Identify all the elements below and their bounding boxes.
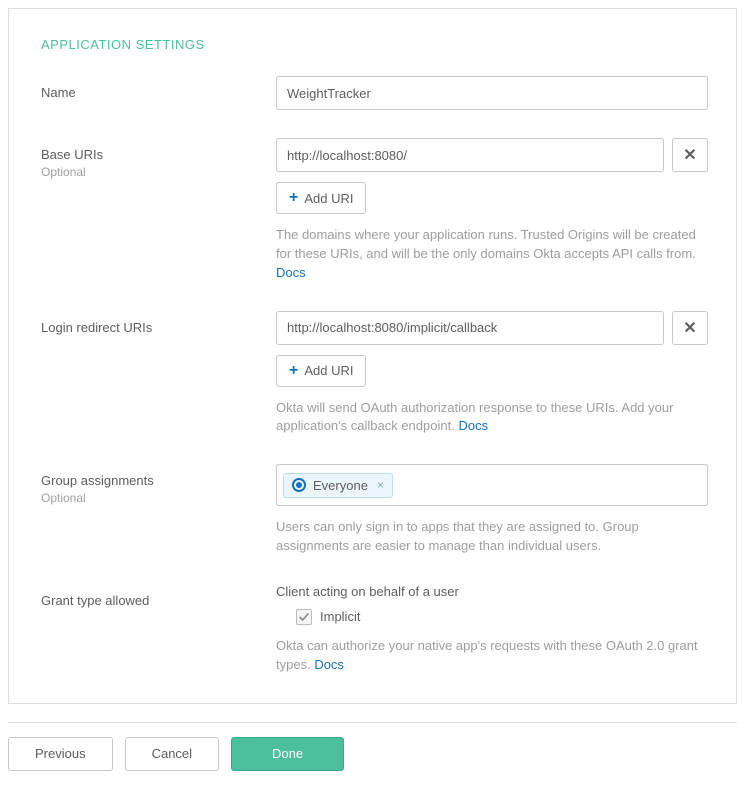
group-tag-input[interactable]: Everyone ×: [276, 464, 708, 506]
implicit-label: Implicit: [320, 609, 360, 624]
plus-icon: +: [289, 190, 298, 206]
group-icon: [292, 478, 306, 492]
close-icon: ✕: [683, 318, 696, 338]
row-login-redirect: Login redirect URIs ✕ + Add URI Okta wil…: [41, 311, 708, 437]
label-groups-sub: Optional: [41, 490, 276, 506]
row-grant-type: Grant type allowed Client acting on beha…: [41, 584, 708, 675]
base-uri-hint: The domains where your application runs.…: [276, 226, 708, 283]
cancel-button[interactable]: Cancel: [125, 737, 219, 771]
grant-type-hint: Okta can authorize your native app's req…: [276, 637, 708, 675]
close-icon: ✕: [683, 145, 696, 165]
done-button[interactable]: Done: [231, 737, 344, 771]
login-redirect-docs-link[interactable]: Docs: [458, 418, 488, 433]
grant-subheading: Client acting on behalf of a user: [276, 584, 708, 599]
label-login-redirect: Login redirect URIs: [41, 311, 276, 337]
label-base-uris-sub: Optional: [41, 164, 276, 180]
base-uri-input[interactable]: [276, 138, 664, 172]
grant-type-docs-link[interactable]: Docs: [314, 657, 344, 672]
label-grant-type: Grant type allowed: [41, 584, 276, 610]
name-input[interactable]: [276, 76, 708, 110]
add-base-uri-button[interactable]: + Add URI: [276, 182, 366, 214]
plus-icon: +: [289, 363, 298, 379]
group-tag-remove[interactable]: ×: [377, 478, 384, 492]
row-name: Name: [41, 76, 708, 110]
login-redirect-hint: Okta will send OAuth authorization respo…: [276, 399, 708, 437]
row-groups: Group assignments Optional Everyone × Us…: [41, 464, 708, 556]
section-title: APPLICATION SETTINGS: [41, 37, 708, 52]
groups-hint: Users can only sign in to apps that they…: [276, 518, 708, 556]
login-redirect-input[interactable]: [276, 311, 664, 345]
base-uri-remove-button[interactable]: ✕: [672, 138, 708, 172]
label-groups: Group assignments Optional: [41, 464, 276, 506]
label-name: Name: [41, 76, 276, 102]
settings-panel: APPLICATION SETTINGS Name Base URIs Opti…: [8, 8, 737, 704]
implicit-checkbox[interactable]: [296, 609, 312, 625]
login-redirect-remove-button[interactable]: ✕: [672, 311, 708, 345]
previous-button[interactable]: Previous: [8, 737, 113, 771]
footer-divider: [8, 722, 737, 723]
base-uri-docs-link[interactable]: Docs: [276, 265, 306, 280]
footer: Previous Cancel Done: [0, 737, 745, 787]
group-tag-everyone: Everyone ×: [283, 473, 393, 498]
add-login-redirect-button[interactable]: + Add URI: [276, 355, 366, 387]
check-icon: [298, 611, 310, 623]
label-base-uris: Base URIs Optional: [41, 138, 276, 180]
row-base-uris: Base URIs Optional ✕ + Add URI The domai…: [41, 138, 708, 283]
